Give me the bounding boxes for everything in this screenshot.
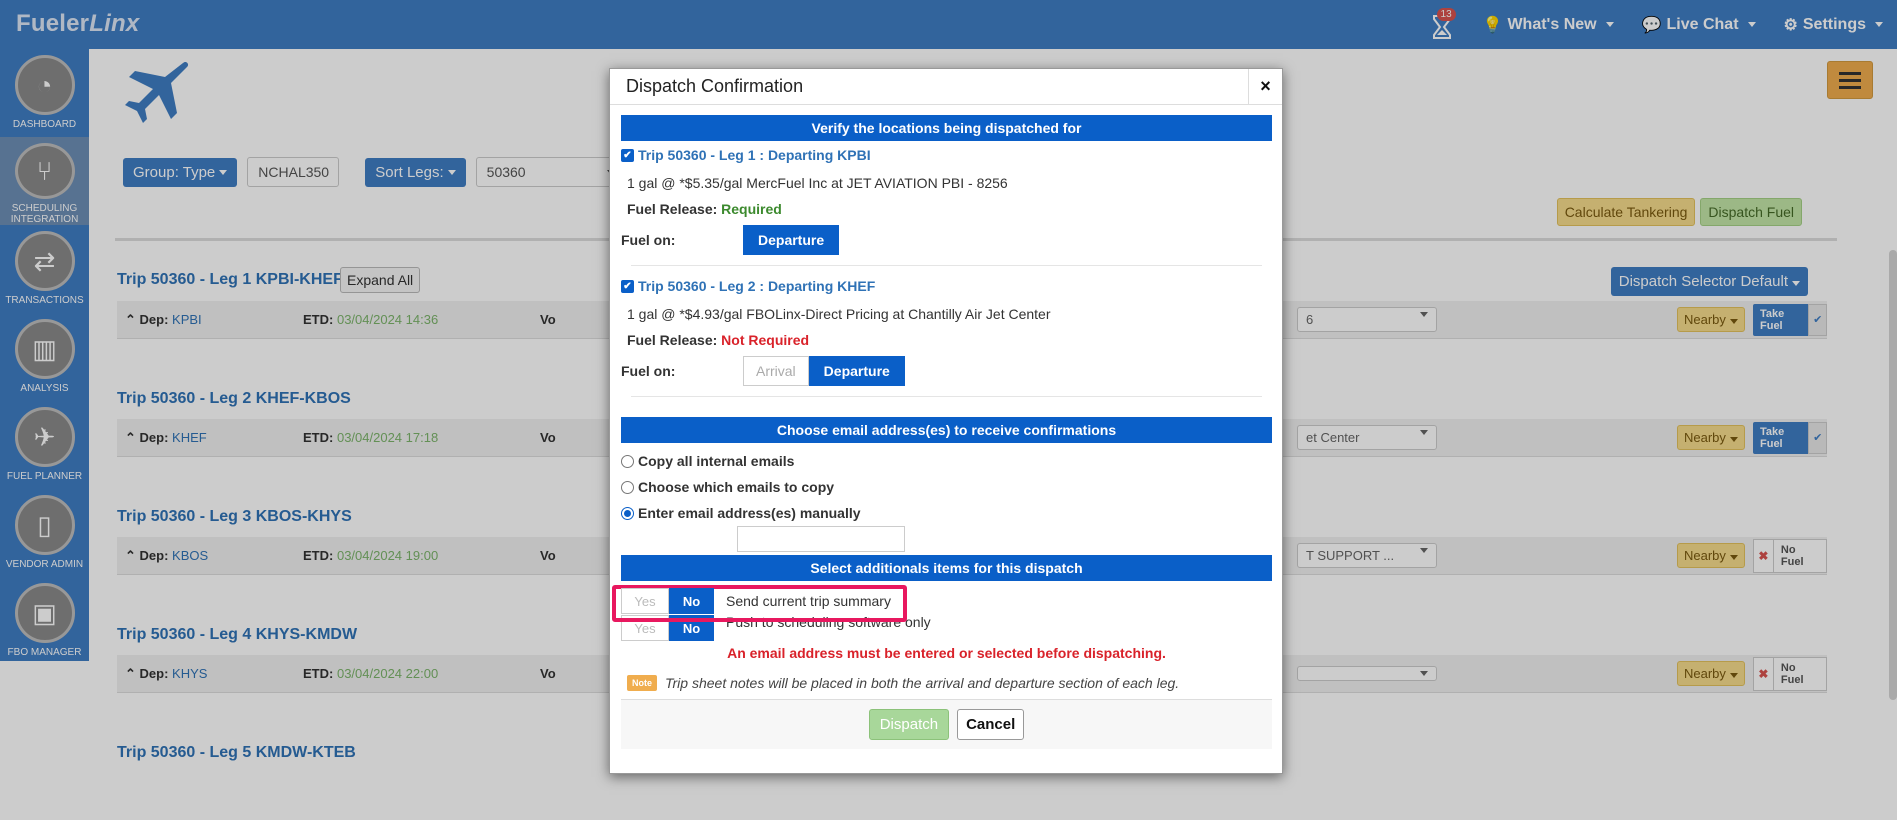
section-header: Verify the locations being dispatched fo… <box>621 115 1272 141</box>
dispatch-confirmation-dialog: Dispatch Confirmation × Verify the locat… <box>609 68 1283 774</box>
departure-option[interactable]: Departure <box>743 225 840 255</box>
email-input[interactable] <box>737 526 905 552</box>
checkbox[interactable]: ✔ <box>621 148 634 162</box>
email-option-choose[interactable]: Choose which emails to copy <box>621 479 1272 495</box>
departure-option[interactable]: Departure <box>808 356 905 386</box>
fuel-on-toggle[interactable]: Departure <box>743 225 840 255</box>
cancel-button[interactable]: Cancel <box>957 709 1025 740</box>
error-message: An email address must be entered or sele… <box>727 645 1166 661</box>
section-header: Choose email address(es) to receive conf… <box>621 417 1272 443</box>
note-badge: Note <box>627 675 657 691</box>
modal-header: Dispatch Confirmation × <box>610 68 1282 105</box>
email-option-manual[interactable]: Enter email address(es) manually <box>621 505 1272 521</box>
fuel-release-status: Required <box>721 201 782 217</box>
send-summary-row: Yes No Send current trip summary <box>621 588 891 614</box>
arrival-option[interactable]: Arrival <box>743 356 809 386</box>
radio-button[interactable] <box>621 506 634 520</box>
divider <box>631 396 1262 397</box>
section-header: Select additionals items for this dispat… <box>621 555 1272 581</box>
checkbox[interactable]: ✔ <box>621 279 634 293</box>
leg-checkbox-row[interactable]: ✔ Trip 50360 - Leg 1 : Departing KPBI <box>621 147 1272 163</box>
dispatch-button[interactable]: Dispatch <box>868 709 950 740</box>
yes-option[interactable]: Yes <box>621 588 669 614</box>
send-summary-toggle[interactable]: Yes No <box>621 588 714 614</box>
divider <box>631 265 1262 266</box>
fuel-release-status: Not Required <box>721 332 810 348</box>
modal-title: Dispatch Confirmation <box>626 76 804 96</box>
modal-body: Verify the locations being dispatched fo… <box>612 115 1272 749</box>
scrollbar[interactable] <box>1889 250 1897 700</box>
no-option[interactable]: No <box>669 588 714 614</box>
radio-button[interactable] <box>621 480 634 494</box>
leg-checkbox-row[interactable]: ✔ Trip 50360 - Leg 2 : Departing KHEF <box>621 278 1272 294</box>
fuel-on-toggle[interactable]: Arrival Departure <box>743 356 905 386</box>
radio-button[interactable] <box>621 454 634 468</box>
send-summary-label: Send current trip summary <box>726 593 891 609</box>
modal-footer: Dispatch Cancel <box>621 699 1272 749</box>
email-option-copy-all[interactable]: Copy all internal emails <box>621 453 1272 469</box>
note-text: Trip sheet notes will be placed in both … <box>665 675 1180 691</box>
close-icon[interactable]: × <box>1248 68 1282 105</box>
